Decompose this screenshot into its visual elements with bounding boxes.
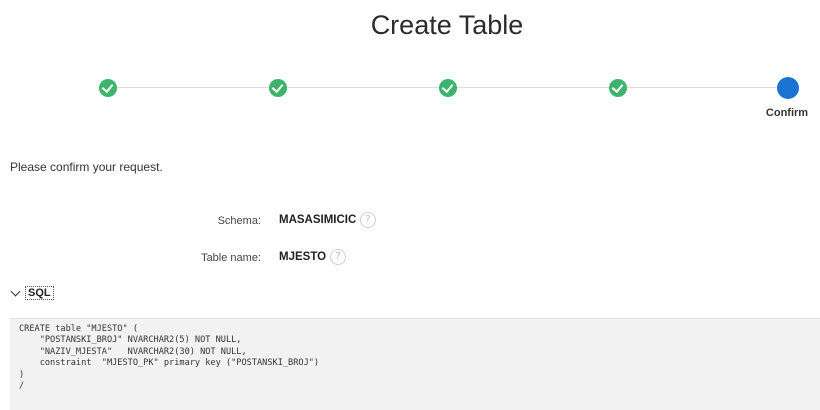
step-complete-icon	[99, 79, 117, 97]
sql-toggle-label: SQL	[25, 286, 54, 300]
schema-value: MASASIMICIC	[279, 214, 357, 226]
schema-label: Schema:	[217, 215, 261, 227]
step-complete-icon	[609, 79, 627, 97]
checkmark-icon	[271, 80, 284, 94]
wizard-progress: Confirm	[0, 74, 820, 134]
wizard-step-2	[267, 77, 289, 99]
table-name-help-icon[interactable]: ?	[330, 249, 346, 265]
wizard-step-3	[437, 77, 459, 99]
step-complete-icon	[439, 79, 457, 97]
step-current-icon	[777, 77, 799, 99]
sql-code-panel: CREATE table "MJESTO" ( "POSTANSKI_BROJ"…	[10, 318, 820, 410]
table-name-label: Table name:	[201, 252, 261, 264]
step-complete-icon	[269, 79, 287, 97]
create-table-page: Create Table Confirm Please confirm your…	[0, 0, 820, 410]
checkmark-icon	[611, 80, 624, 94]
sql-code: CREATE table "MJESTO" ( "POSTANSKI_BROJ"…	[19, 324, 320, 392]
checkmark-icon	[101, 80, 114, 94]
wizard-step-confirm: Confirm	[766, 77, 808, 119]
sql-collapse-toggle[interactable]: SQL	[10, 285, 54, 301]
wizard-step-1	[97, 77, 119, 99]
wizard-step-4	[607, 77, 629, 99]
checkmark-icon	[441, 80, 454, 94]
page-title: Create Table	[370, 10, 524, 40]
table-name-value: MJESTO	[279, 251, 327, 263]
schema-help-icon[interactable]: ?	[360, 212, 376, 228]
confirm-instruction: Please confirm your request.	[10, 160, 163, 174]
schema-field: Schema: MASASIMICIC ?	[0, 212, 820, 232]
table-name-field: Table name: MJESTO ?	[0, 249, 820, 269]
wizard-step-label-confirm: Confirm	[765, 107, 809, 119]
chevron-down-icon	[10, 286, 21, 297]
